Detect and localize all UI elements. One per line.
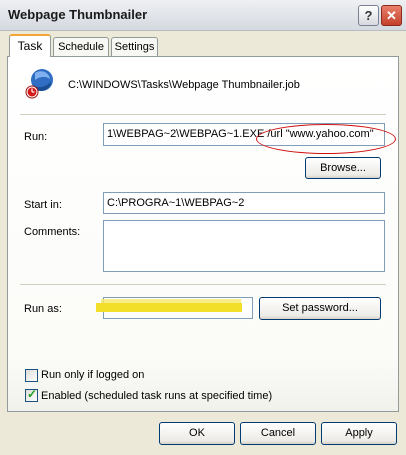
run-as-label: Run as: [24,303,62,315]
tab-task[interactable]: Task [9,34,51,57]
set-password-button[interactable]: Set password... [259,297,381,320]
run-only-logged-on-checkbox[interactable] [25,369,38,382]
help-button[interactable]: ? [358,5,379,26]
tab-settings[interactable]: Settings [111,37,158,56]
checkmark-icon: ✓ [27,387,38,401]
scheduled-task-icon [25,69,53,99]
run-label: Run: [24,131,48,143]
close-button[interactable]: ✕ [381,5,402,26]
comments-textarea[interactable] [103,220,385,272]
start-in-input[interactable]: C:\PROGRA~1\WEBPAG~2 [103,192,385,214]
window-title: Webpage Thumbnailer [8,7,148,22]
enabled-checkbox[interactable]: ✓ [25,387,38,402]
comments-label: Comments: [24,226,81,238]
browse-button[interactable]: Browse... [305,157,381,179]
run-input[interactable]: 1\WEBPAG~2\WEBPAG~1.EXE /url "www.yahoo.… [103,123,385,146]
task-properties-dialog: Webpage Thumbnailer ? ✕ Task Schedule Se… [0,0,406,455]
separator [20,284,386,285]
run-only-logged-on-label[interactable]: Run only if logged on [41,369,144,381]
tab-schedule[interactable]: Schedule [53,37,109,56]
start-in-label: Start in: [24,199,62,211]
ok-button[interactable]: OK [159,422,235,445]
cancel-button[interactable]: Cancel [240,422,316,445]
task-file-path: C:\WINDOWS\Tasks\Webpage Thumbnailer.job [68,79,300,91]
title-bar[interactable]: Webpage Thumbnailer ? ✕ [0,0,406,31]
apply-button[interactable]: Apply [321,422,397,445]
enabled-label[interactable]: Enabled (scheduled task runs at specifie… [41,390,272,402]
separator [20,114,386,115]
redaction-mark [96,303,242,312]
